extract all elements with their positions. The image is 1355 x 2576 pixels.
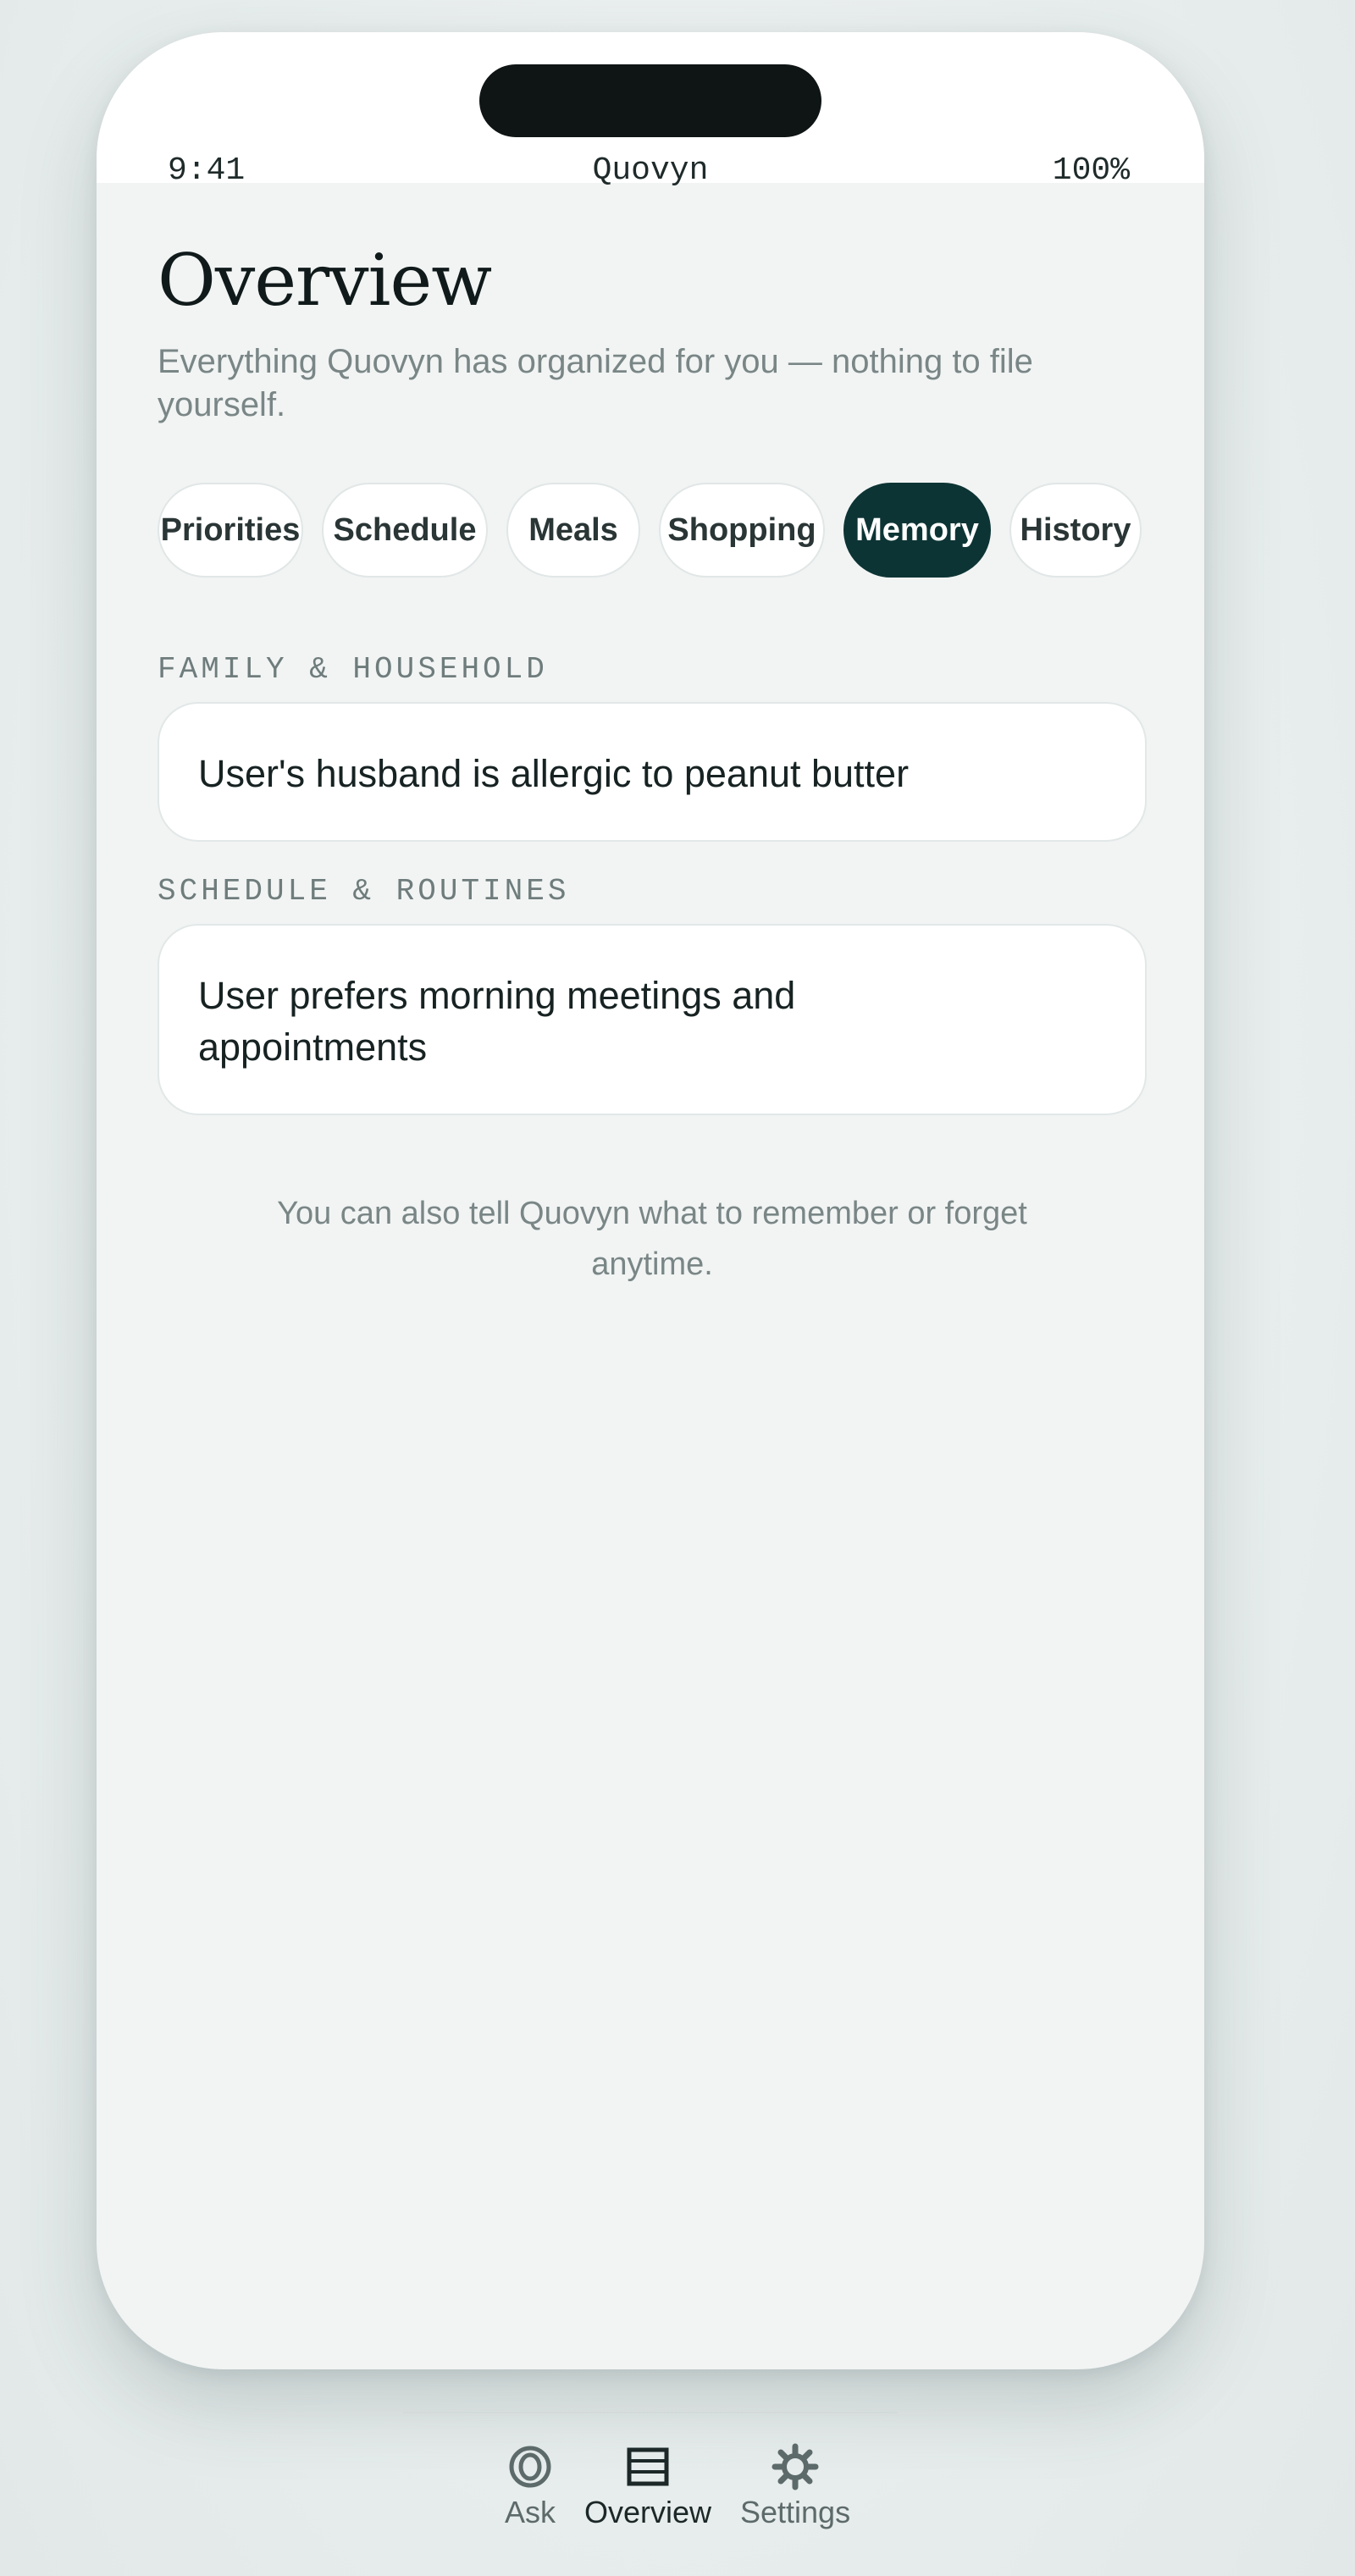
tab-meals[interactable]: Meals <box>506 483 640 578</box>
section-label-family: FAMILY & HOUSEHOLD <box>158 652 548 687</box>
memory-footnote: You can also tell Quovyn what to remembe… <box>277 1196 1027 1282</box>
tab-schedule[interactable]: Schedule <box>322 483 488 578</box>
page-subtitle: Everything Quovyn has organized for you … <box>158 343 1033 423</box>
main-content: Overview Everything Quovyn has organized… <box>158 183 1147 1290</box>
tab-bar: Priorities Schedule Meals Shopping Memor… <box>158 483 1147 578</box>
bottom-nav: Ask Overview Settings <box>0 2439 1355 2530</box>
gear-icon <box>772 2439 819 2495</box>
memory-card[interactable]: User prefers morning meetings and appoin… <box>158 924 1147 1115</box>
dynamic-island <box>479 64 821 137</box>
section-label-schedule: SCHEDULE & ROUTINES <box>158 874 570 909</box>
memory-item-text: User prefers morning meetings and appoin… <box>198 974 796 1069</box>
status-bar: 9:41 Quovyn 100% <box>97 32 1204 189</box>
list-icon <box>626 2439 670 2495</box>
nav-overview-label: Overview <box>583 2495 711 2529</box>
bottom-nav-divider <box>403 2412 898 2413</box>
nav-ask[interactable]: Ask <box>505 2439 556 2530</box>
nav-ask-label: Ask <box>504 2495 556 2529</box>
nav-settings-label: Settings <box>739 2495 851 2529</box>
status-app-name: Quovyn <box>592 152 709 189</box>
nav-overview[interactable]: Overview <box>584 2439 711 2530</box>
tab-memory[interactable]: Memory <box>843 483 991 578</box>
memory-card[interactable]: User's husband is allergic to peanut but… <box>158 702 1147 842</box>
ask-icon <box>507 2439 553 2495</box>
tab-priorities[interactable]: Priorities <box>158 483 303 578</box>
phone-frame: 9:41 Quovyn 100% Overview Everything Quo… <box>97 32 1204 2369</box>
tab-history[interactable]: History <box>1009 483 1142 578</box>
nav-settings[interactable]: Settings <box>740 2439 850 2530</box>
tab-shopping[interactable]: Shopping <box>659 483 825 578</box>
page-title: Overview <box>158 239 492 322</box>
memory-item-text: User's husband is allergic to peanut but… <box>198 752 910 795</box>
